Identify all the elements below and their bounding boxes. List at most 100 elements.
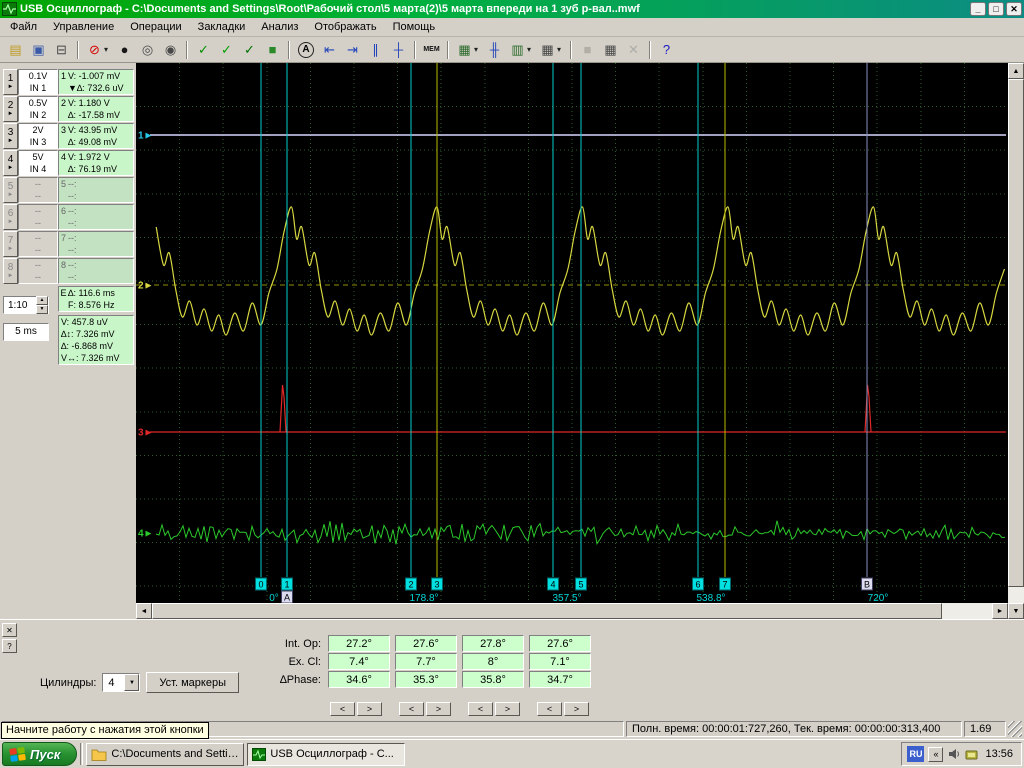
channel-1-button[interactable]: 1 ► [3,69,18,95]
record-button[interactable]: ● [113,39,136,61]
accept-add-button[interactable]: ✓ [215,39,238,61]
channel-2-level-marker[interactable]: 2► [138,281,153,292]
phase-value-1-4: 27.6° [529,635,591,652]
taskbar-task-oscilloscope[interactable]: USB Осциллограф - C... [247,742,406,766]
channel-6-button[interactable]: 6 ► [3,204,18,230]
cylinder-3-prev-button[interactable]: < [468,702,493,716]
language-indicator[interactable]: RU [907,746,925,762]
single-shot-button[interactable]: ◎ [136,39,159,61]
scope-horizontal-scrollbar[interactable]: ◄ ► [136,603,1008,619]
scroll-left-button[interactable]: ◄ [136,603,152,619]
scroll-up-button[interactable]: ▲ [1008,63,1024,79]
minimize-button[interactable]: _ [970,2,986,16]
accept-button[interactable]: ✓ [192,39,215,61]
close-button[interactable]: ✕ [1006,2,1022,16]
channel-8-range[interactable]: -- -- [18,258,58,284]
panel-help-button[interactable]: ? [2,639,17,653]
spin-up-icon[interactable]: ▲ [36,296,48,305]
channel-6-range[interactable]: -- -- [18,204,58,230]
continuous-button[interactable]: ◉ [159,39,182,61]
table-button-dropdown[interactable]: ▾ [557,45,566,54]
set-markers-button[interactable]: Уст. маркеры [146,672,239,693]
channel-arrow-icon: ► [7,246,14,252]
tray-collapse-button[interactable]: « [928,746,944,762]
menu-analysis[interactable]: Анализ [253,19,306,35]
measure-button[interactable]: ▥ [506,39,529,61]
overlay-button[interactable]: ■ [261,39,284,61]
channel-1-level-marker[interactable]: 1► [138,131,153,142]
menu-file[interactable]: Файл [2,19,45,35]
channel-1-range[interactable]: 0.1V IN 1 [18,69,58,95]
help-button[interactable]: ? [655,39,678,61]
power-button[interactable]: ⊘ [83,39,106,61]
vertical-scroll-thumb[interactable] [1008,79,1024,587]
cylinder-1-next-button[interactable]: > [357,702,382,716]
cylinder-2-next-button[interactable]: > [426,702,451,716]
cylinder-1-prev-button[interactable]: < [330,702,355,716]
channel-arrow-icon: ► [7,111,14,117]
panel-close-button[interactable]: ✕ [2,623,17,637]
window-title: USB Осциллограф - C:\Documents and Setti… [20,3,640,15]
table-button[interactable]: ▦ [536,39,559,61]
zoom-a-button[interactable]: A [298,41,314,58]
markers-button[interactable]: ╫ [483,39,506,61]
device-icon[interactable] [965,748,978,761]
channel-4-range[interactable]: 5V IN 4 [18,150,58,176]
titlebar: USB Осциллограф - C:\Documents and Setti… [0,0,1024,18]
menu-bookmarks[interactable]: Закладки [190,19,254,35]
save-button[interactable]: ▣ [27,39,50,61]
analysis-panel: ✕ ? Цилиндры: 4 ▼ Уст. маркеры Int. Op: 2… [0,619,1024,719]
horizontal-scroll-thumb[interactable] [152,603,942,619]
scroll-right-button[interactable]: ► [992,603,1008,619]
channel-3-button[interactable]: 3 ► [3,123,18,149]
scroll-down-button[interactable]: ▼ [1008,603,1024,619]
menu-control[interactable]: Управление [45,19,122,35]
probe-attenuation-spinner[interactable]: 1:10 ▲ ▼ [3,296,49,314]
cylinder-3-next-button[interactable]: > [495,702,520,716]
resize-grip[interactable] [1008,721,1022,737]
cursor-pair-button[interactable]: ∥ [364,39,387,61]
memory-button[interactable]: MEM [420,39,443,61]
timebase-box[interactable]: 5 ms [3,323,49,341]
accept-all-button[interactable]: ✓ [238,39,261,61]
measure-button-dropdown[interactable]: ▾ [527,45,536,54]
channel-4-button[interactable]: 4 ► [3,150,18,176]
maximize-button[interactable]: □ [988,2,1004,16]
cylinder-4-next-button[interactable]: > [564,702,589,716]
channel-7-button[interactable]: 7 ► [3,231,18,257]
cursor-right-button[interactable]: ⇥ [341,39,364,61]
taskbar-task-explorer[interactable]: C:\Documents and Settin... [86,742,245,766]
spectrum-button-dropdown[interactable]: ▾ [474,45,483,54]
channel-3-level-marker[interactable]: 3► [138,428,153,439]
print-button[interactable]: ⊟ [50,39,73,61]
scope-canvas[interactable]: 1► 2► 3► 4► 0 1 2 3 4 5 6 7 A B 0° 178.8° 357.5° 538.8° 72… [136,63,1008,603]
channel-5-range[interactable]: -- -- [18,177,58,203]
menu-operations[interactable]: Операции [122,19,189,35]
spectrum-button[interactable]: ▦ [453,39,476,61]
channel-3-range[interactable]: 2V IN 3 [18,123,58,149]
grid-button[interactable]: ▦ [599,39,622,61]
channel-7-range[interactable]: -- -- [18,231,58,257]
cursor-left-button[interactable]: ⇤ [318,39,341,61]
cylinder-4-prev-button[interactable]: < [537,702,562,716]
power-button-dropdown[interactable]: ▾ [104,45,113,54]
menu-display[interactable]: Отображать [306,19,384,35]
spin-down-icon[interactable]: ▼ [36,305,48,314]
toolbar-separator [649,40,651,59]
volume-icon[interactable] [947,747,961,761]
channel-4-level-marker[interactable]: 4► [138,529,153,540]
cursor-cross-button[interactable]: ┼ [387,39,410,61]
chevron-down-icon[interactable]: ▼ [124,674,140,691]
channel-8-button[interactable]: 8 ► [3,258,18,284]
period-label: E [60,288,67,298]
cylinder-4-nav: < > [537,702,589,716]
start-button[interactable]: Пуск [2,742,78,766]
menu-help[interactable]: Помощь [385,19,444,35]
cylinder-2-prev-button[interactable]: < [399,702,424,716]
scope-vertical-scrollbar[interactable]: ▲ ▼ [1008,63,1024,619]
cylinders-select[interactable]: 4 ▼ [102,673,141,692]
channel-2-button[interactable]: 2 ► [3,96,18,122]
open-button[interactable]: ▤ [4,39,27,61]
channel-2-range[interactable]: 0.5V IN 2 [18,96,58,122]
channel-5-button[interactable]: 5 ► [3,177,18,203]
